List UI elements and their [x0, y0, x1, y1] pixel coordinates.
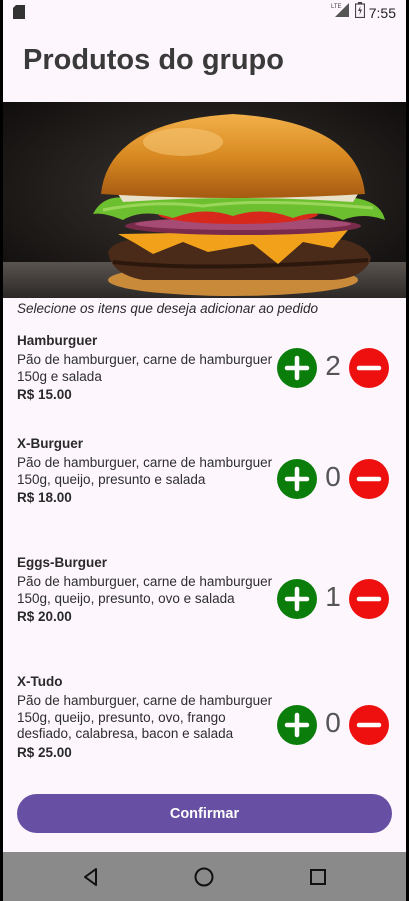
- remove-button[interactable]: [349, 705, 389, 745]
- remove-button[interactable]: [349, 459, 389, 499]
- minus-icon: [356, 476, 382, 482]
- product-price: R$ 25.00: [17, 744, 72, 760]
- page-title: Produtos do grupo: [23, 44, 284, 76]
- quantity-control: 1: [277, 579, 391, 619]
- product-name: Eggs-Burguer: [17, 555, 108, 570]
- quantity-value: 0: [325, 707, 341, 738]
- minus-icon: [356, 365, 382, 371]
- product-description: Pão de hamburguer, carne de hamburguer 1…: [17, 352, 273, 384]
- quantity-control: 0: [277, 705, 391, 745]
- product-name: Hamburguer: [17, 333, 98, 348]
- minus-icon: [356, 596, 382, 602]
- product-name: X-Tudo: [17, 674, 63, 689]
- add-button[interactable]: [277, 705, 317, 745]
- recents-icon[interactable]: [305, 864, 331, 890]
- add-button[interactable]: [277, 459, 317, 499]
- battery-icon: [354, 2, 365, 23]
- add-button[interactable]: [277, 579, 317, 619]
- product-price: R$ 20.00: [17, 609, 72, 624]
- home-icon[interactable]: [191, 864, 217, 890]
- remove-button[interactable]: [349, 579, 389, 619]
- back-icon[interactable]: [78, 864, 104, 890]
- selection-hint: Selecione os itens que deseja adicionar …: [17, 301, 318, 316]
- quantity-control: 2: [277, 348, 391, 388]
- product-price: R$ 18.00: [17, 490, 72, 505]
- add-button[interactable]: [277, 348, 317, 388]
- product-description: Pão de hamburguer, carne de hamburguer 1…: [17, 574, 273, 606]
- plus-icon: [284, 712, 310, 738]
- quantity-value: 1: [325, 581, 341, 612]
- status-bar: LTE 7:55: [3, 0, 406, 24]
- burger-image: [3, 102, 406, 298]
- product-price: R$ 15.00: [17, 387, 72, 402]
- app-screen: LTE 7:55 Produtos do grupo Selecione os …: [3, 0, 406, 901]
- navigation-bar: [3, 852, 406, 901]
- status-time: 7:55: [368, 4, 396, 21]
- plus-icon: [284, 586, 310, 612]
- sd-card-icon: [13, 5, 25, 24]
- plus-icon: [284, 355, 310, 381]
- quantity-value: 2: [325, 350, 341, 381]
- lte-signal-icon: LTE: [331, 2, 351, 23]
- quantity-control: 0: [277, 459, 391, 499]
- plus-icon: [284, 466, 310, 492]
- confirm-button[interactable]: Confirmar: [17, 794, 392, 833]
- quantity-value: 0: [325, 461, 341, 492]
- product-description: Pão de hamburguer, carne de hamburguer 1…: [17, 693, 273, 741]
- product-description: Pão de hamburguer, carne de hamburguer 1…: [17, 455, 273, 487]
- minus-icon: [356, 722, 382, 728]
- product-name: X-Burguer: [17, 436, 84, 451]
- remove-button[interactable]: [349, 348, 389, 388]
- svg-text:LTE: LTE: [331, 4, 342, 10]
